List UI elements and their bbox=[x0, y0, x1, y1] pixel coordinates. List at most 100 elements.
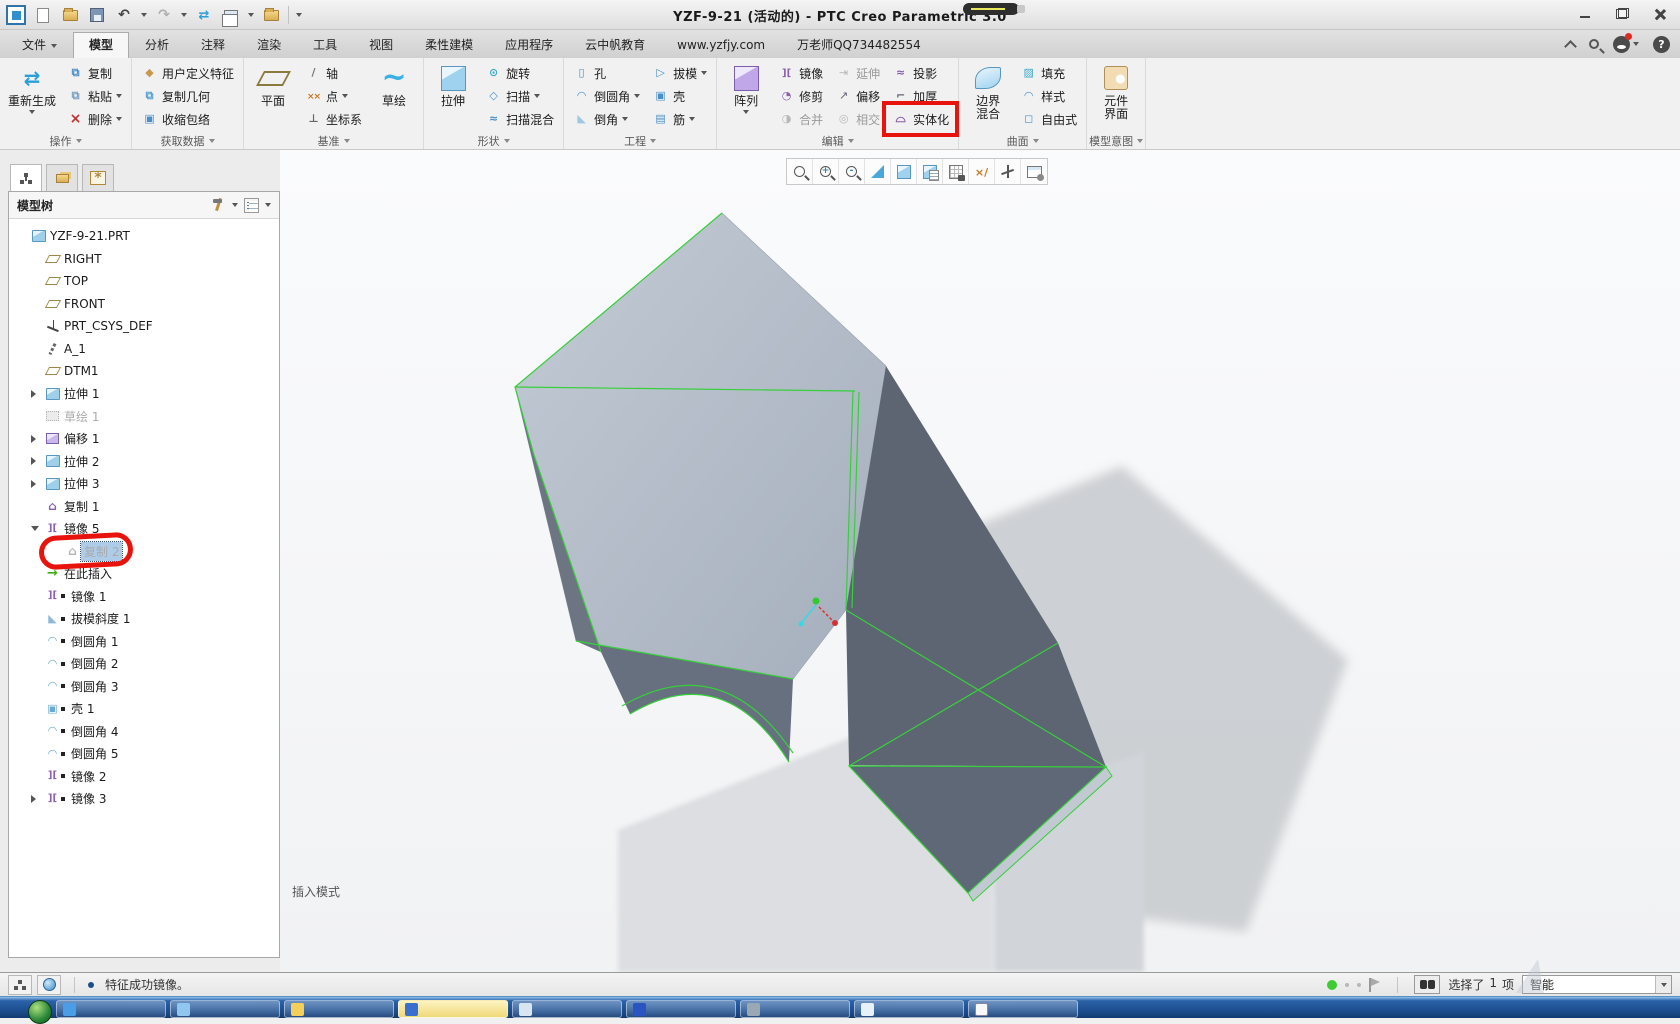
round-button[interactable]: 倒圆角 bbox=[570, 85, 643, 107]
tab-annotate[interactable]: 注释 bbox=[185, 32, 241, 58]
graphics-viewport[interactable]: + - 插入模式 bbox=[280, 150, 1680, 972]
taskbar-app-button[interactable] bbox=[854, 1000, 964, 1018]
tab-website[interactable]: www.yzfjy.com bbox=[661, 32, 781, 58]
collapse-arrow-icon[interactable] bbox=[31, 526, 39, 531]
style-button[interactable]: 样式 bbox=[1017, 85, 1080, 107]
tab-flexible-modeling[interactable]: 柔性建模 bbox=[409, 32, 489, 58]
tree-item-mirror1[interactable]: 镜像 1 bbox=[9, 585, 279, 608]
shell-button[interactable]: 壳 bbox=[649, 85, 710, 107]
account-dropdown-icon[interactable] bbox=[1633, 42, 1639, 46]
sketch-button[interactable]: ~ 草绘 bbox=[369, 60, 419, 132]
csys-button[interactable]: 坐标系 bbox=[302, 108, 365, 130]
taskbar-app-button[interactable] bbox=[284, 1000, 394, 1018]
tree-item-round5[interactable]: 倒圆角 5 bbox=[9, 743, 279, 766]
start-button[interactable] bbox=[28, 1000, 52, 1024]
tree-settings-icon[interactable] bbox=[210, 197, 226, 213]
tree-item-part[interactable]: YZF-9-21.PRT bbox=[9, 225, 279, 248]
regenerate-button[interactable]: ⇄ 重新生成 bbox=[4, 60, 60, 132]
chevron-down-icon[interactable] bbox=[232, 203, 238, 207]
tree-item-copy1[interactable]: 复制 1 bbox=[9, 495, 279, 518]
group-label-get-data[interactable]: 获取数据 bbox=[132, 132, 243, 149]
expand-arrow-icon[interactable] bbox=[31, 795, 36, 803]
repaint-button[interactable] bbox=[865, 159, 891, 184]
taskbar-app-button-active[interactable] bbox=[398, 1000, 508, 1018]
tree-item-copy2-selected[interactable]: 复制 2 bbox=[9, 540, 279, 563]
delete-button[interactable]: 删除 bbox=[64, 108, 125, 130]
rib-button[interactable]: 筋 bbox=[649, 108, 710, 130]
tree-item-extrude2[interactable]: 拉伸 2 bbox=[9, 450, 279, 473]
tree-filters-icon[interactable] bbox=[244, 198, 259, 213]
expand-arrow-icon[interactable] bbox=[31, 435, 36, 443]
selection-filter-arrow[interactable] bbox=[1655, 976, 1671, 993]
group-label-operations[interactable]: 操作 bbox=[0, 132, 131, 149]
group-label-editing[interactable]: 编辑 bbox=[717, 132, 958, 149]
group-label-shapes[interactable]: 形状 bbox=[424, 132, 563, 149]
tree-item-axis[interactable]: A_1 bbox=[9, 338, 279, 361]
thicken-button[interactable]: 加厚 bbox=[889, 85, 952, 107]
tab-model-tree[interactable] bbox=[10, 164, 42, 191]
tab-applications[interactable]: 应用程序 bbox=[489, 32, 569, 58]
tree-item-front-plane[interactable]: FRONT bbox=[9, 293, 279, 316]
tree-item-draft1[interactable]: 拔模斜度 1 bbox=[9, 608, 279, 631]
tab-view[interactable]: 视图 bbox=[353, 32, 409, 58]
tree-item-csys[interactable]: PRT_CSYS_DEF bbox=[9, 315, 279, 338]
tree-item-round2[interactable]: 倒圆角 2 bbox=[9, 653, 279, 676]
tree-item-round4[interactable]: 倒圆角 4 bbox=[9, 720, 279, 743]
revolve-button[interactable]: 旋转 bbox=[482, 62, 557, 84]
tab-folder-browser[interactable] bbox=[46, 164, 78, 191]
pattern-button[interactable]: 阵列 bbox=[721, 60, 771, 132]
tab-teacher-qq[interactable]: 万老师QQ734482554 bbox=[781, 32, 937, 58]
point-button[interactable]: 点 bbox=[302, 85, 365, 107]
expand-arrow-icon[interactable] bbox=[31, 480, 36, 488]
tab-favorites[interactable]: * bbox=[82, 164, 114, 191]
tree-item-insert-here[interactable]: 在此插入 bbox=[9, 563, 279, 586]
boundary-blend-button[interactable]: 边界混合 bbox=[963, 60, 1013, 132]
close-button[interactable] bbox=[1653, 8, 1666, 19]
plane-button[interactable]: 平面 bbox=[248, 60, 298, 132]
axis-button[interactable]: 轴 bbox=[302, 62, 365, 84]
tree-item-round1[interactable]: 倒圆角 1 bbox=[9, 630, 279, 653]
group-label-datum[interactable]: 基准 bbox=[244, 132, 423, 149]
solidify-button[interactable]: 实体化 bbox=[889, 108, 952, 130]
extrude-button[interactable]: 拉伸 bbox=[428, 60, 478, 132]
mirror-button[interactable]: 镜像 bbox=[775, 62, 826, 84]
copy-button[interactable]: 复制 bbox=[64, 62, 125, 84]
tab-yunzhongfan[interactable]: 云中帆教育 bbox=[569, 32, 661, 58]
zoom-region-button[interactable] bbox=[787, 159, 813, 184]
taskbar-app-button[interactable] bbox=[626, 1000, 736, 1018]
restore-button[interactable] bbox=[1616, 8, 1629, 19]
tree-item-offset1[interactable]: 偏移 1 bbox=[9, 428, 279, 451]
shrinkwrap-button[interactable]: 收缩包络 bbox=[138, 108, 237, 130]
display-style-button[interactable] bbox=[917, 159, 943, 184]
tree-item-dtm1[interactable]: DTM1 bbox=[9, 360, 279, 383]
group-label-model-intent[interactable]: 模型意图 bbox=[1087, 132, 1145, 149]
tree-item-mirror2[interactable]: 镜像 2 bbox=[9, 765, 279, 788]
copy-geometry-button[interactable]: 复制几何 bbox=[138, 85, 237, 107]
project-button[interactable]: 投影 bbox=[889, 62, 952, 84]
model-3d-view[interactable] bbox=[280, 150, 1680, 972]
draft-button[interactable]: 拔模 bbox=[649, 62, 710, 84]
trim-button[interactable]: 修剪 bbox=[775, 85, 826, 107]
chevron-down-icon[interactable] bbox=[265, 203, 271, 207]
spin-center-button[interactable] bbox=[995, 159, 1021, 184]
shaded-display-button[interactable] bbox=[891, 159, 917, 184]
selection-filter-dropdown[interactable]: 智能 bbox=[1522, 975, 1672, 994]
minimize-button[interactable] bbox=[1579, 8, 1592, 19]
taskbar-app-button[interactable] bbox=[170, 1000, 280, 1018]
find-button[interactable] bbox=[1414, 975, 1440, 994]
tab-file[interactable]: 文件 bbox=[6, 32, 73, 58]
freestyle-button[interactable]: 自由式 bbox=[1017, 108, 1080, 130]
account-avatar[interactable] bbox=[1613, 36, 1630, 53]
tab-tools[interactable]: 工具 bbox=[297, 32, 353, 58]
tree-item-shell1[interactable]: 壳 1 bbox=[9, 698, 279, 721]
tree-item-extrude1[interactable]: 拉伸 1 bbox=[9, 383, 279, 406]
tab-render[interactable]: 渲染 bbox=[241, 32, 297, 58]
fill-button[interactable]: 填充 bbox=[1017, 62, 1080, 84]
swept-blend-button[interactable]: 扫描混合 bbox=[482, 108, 557, 130]
tree-item-mirror5[interactable]: 镜像 5 bbox=[9, 518, 279, 541]
help-icon[interactable]: ? bbox=[1653, 36, 1670, 53]
hole-button[interactable]: 孔 bbox=[570, 62, 643, 84]
tree-item-mirror3[interactable]: 镜像 3 bbox=[9, 788, 279, 811]
udf-button[interactable]: 用户定义特征 bbox=[138, 62, 237, 84]
paste-button[interactable]: 粘贴 bbox=[64, 85, 125, 107]
